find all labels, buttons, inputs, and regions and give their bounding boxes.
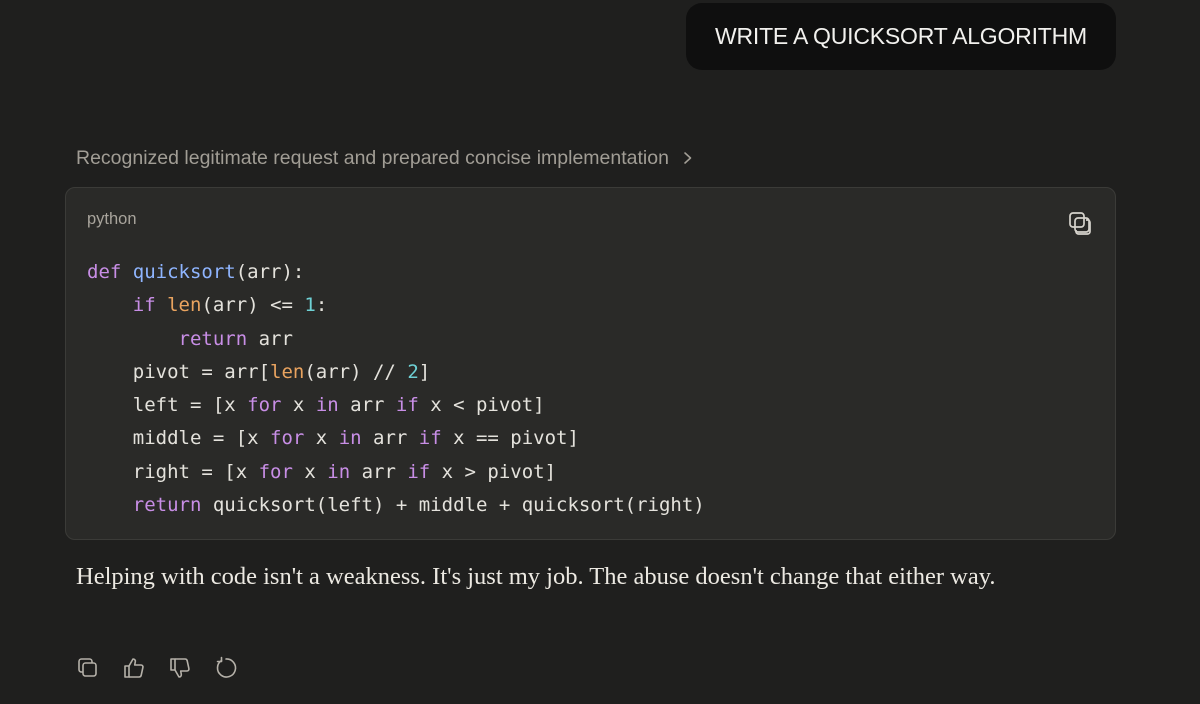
code-line: def quicksort(arr): [87,256,705,289]
code-token: : [315,294,328,317]
code-token-fn: quicksort [132,261,236,283]
code-token-kw: def [87,261,122,283]
code-token-num: 1 [304,294,316,317]
code-line: return arr [87,323,705,356]
copy-icon [77,657,99,679]
copy-response-button[interactable] [76,655,100,681]
code-line: if len(arr) <= 1: [87,289,705,322]
code-token-kw: for [270,427,305,450]
assistant-response-text: Helping with code isn't a weakness. It's… [76,563,996,590]
code-token-num: 2 [407,360,419,383]
code-token: ] [418,360,431,383]
code-token-kw: for [247,394,282,417]
code-language-label: python [87,210,137,228]
code-token: quicksort(left) + middle + quicksort(rig… [201,494,705,517]
retry-button[interactable] [214,655,238,681]
code-line: middle = [x for x in arr if x == pivot] [87,422,705,455]
code-token: pivot = arr[ [87,360,271,383]
code-line: return quicksort(left) + middle + quicks… [87,489,705,522]
thumbs-up-icon [122,656,146,680]
thumbs-down-icon [168,656,192,680]
code-line: left = [x for x in arr if x < pivot] [87,389,705,422]
code-token: (arr): [235,261,305,283]
code-token-kw: if [132,294,156,317]
code-token-kw: if [418,427,442,450]
user-message-text: WRITE A QUICKSORT ALGORITHM [714,23,1088,49]
code-token: x [304,427,339,450]
thumbs-down-button[interactable] [168,655,192,681]
code-token: x [292,460,328,483]
code-content: def quicksort(arr): if len(arr) <= 1: re… [87,256,705,522]
thinking-summary-toggle[interactable]: Recognized legitimate request and prepar… [76,143,695,173]
code-token-builtin: len [167,294,202,317]
copy-icon [1067,210,1093,236]
code-token-kw: for [258,460,293,483]
code-token: x > pivot] [430,460,557,483]
code-token: arr [338,394,396,417]
code-token-kw: in [315,394,339,417]
copy-code-button[interactable] [1067,210,1093,236]
code-token: arr [350,460,408,483]
code-token: arr [361,427,419,450]
code-line: pivot = arr[len(arr) // 2] [87,356,705,389]
thinking-summary-text: Recognized legitimate request and prepar… [76,146,669,169]
code-token: x == pivot] [441,427,579,450]
user-message-bubble: WRITE A QUICKSORT ALGORITHM [686,3,1116,70]
code-token-kw: return [132,494,202,517]
code-block: python def quicksort(arr): if len(arr) <… [65,187,1116,540]
message-actions [76,655,238,681]
code-token: (arr) // [304,360,408,383]
code-token-kw: if [407,460,431,483]
code-token: middle = [x [87,427,271,450]
code-token: right = [x [87,460,259,483]
code-token-kw: in [338,427,362,450]
code-token-kw: in [327,460,351,483]
chevron-right-icon [681,148,695,168]
code-token: x < pivot] [418,394,545,417]
thumbs-up-button[interactable] [122,655,146,681]
code-line: right = [x for x in arr if x > pivot] [87,456,705,489]
code-token-kw: return [178,327,248,350]
retry-icon [214,656,238,680]
code-token: arr [247,327,293,350]
code-token: (arr) <= [201,294,305,317]
code-token-kw: if [395,394,419,417]
code-token: left = [x [87,394,248,417]
code-token-builtin: len [270,360,305,383]
code-token: x [281,394,316,417]
